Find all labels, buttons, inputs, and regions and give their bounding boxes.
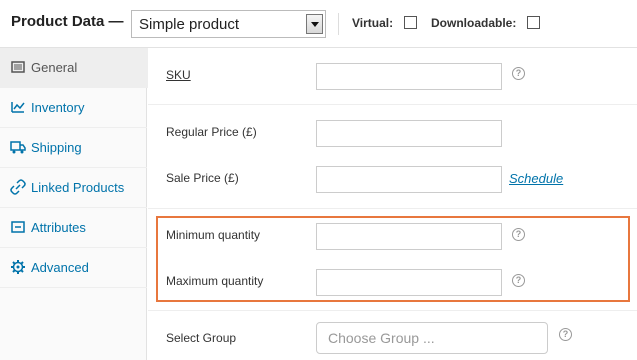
product-data-header: Product Data — Simple product Virtual: D… [0, 0, 637, 48]
help-icon[interactable]: ? [512, 274, 525, 287]
select-group-placeholder: Choose Group ... [328, 330, 435, 346]
tab-shipping-label: Shipping [31, 140, 82, 155]
tab-shipping[interactable]: Shipping [0, 128, 147, 168]
select-group-label: Select Group [166, 331, 237, 345]
tab-attributes[interactable]: Attributes [0, 208, 147, 248]
row-divider [148, 104, 637, 105]
link-icon [10, 179, 26, 195]
virtual-checkbox[interactable] [404, 16, 417, 29]
regular-price-label: Regular Price (£) [166, 125, 257, 139]
row-divider [148, 310, 637, 311]
gear-icon [11, 260, 25, 274]
min-quantity-input[interactable] [316, 223, 502, 250]
tab-advanced[interactable]: Advanced [0, 248, 147, 288]
tab-general[interactable]: General [0, 48, 148, 88]
tab-advanced-label: Advanced [31, 260, 89, 275]
sku-input[interactable] [316, 63, 502, 90]
truck-icon [10, 141, 26, 154]
max-quantity-label: Maximum quantity [166, 274, 264, 288]
panel-title: Product Data — [11, 13, 124, 30]
downloadable-checkbox[interactable] [527, 16, 540, 29]
product-data-tabs: General Inventory Shipping Linked Produc… [0, 48, 148, 360]
regular-price-input[interactable] [316, 120, 502, 147]
select-group-dropdown[interactable]: Choose Group ... [316, 322, 548, 354]
row-divider [148, 208, 637, 209]
tab-linked-products-label: Linked Products [31, 180, 125, 195]
inventory-icon [11, 102, 25, 113]
tab-inventory-label: Inventory [31, 100, 85, 115]
sale-price-label: Sale Price (£) [166, 171, 239, 185]
sale-price-input[interactable] [316, 166, 502, 193]
product-type-value: Simple product [139, 16, 240, 33]
header-divider [338, 13, 339, 35]
schedule-link[interactable]: Schedule [509, 171, 563, 186]
max-quantity-input[interactable] [316, 269, 502, 296]
virtual-label: Virtual: [352, 16, 394, 30]
sku-label: SKU [166, 68, 191, 82]
tab-linked-products[interactable]: Linked Products [0, 168, 147, 208]
downloadable-label: Downloadable: [431, 16, 517, 30]
min-quantity-label: Minimum quantity [166, 228, 261, 242]
tab-inventory[interactable]: Inventory [0, 88, 147, 128]
chevron-down-icon[interactable] [306, 14, 323, 34]
general-icon [11, 61, 25, 73]
help-icon[interactable]: ? [512, 228, 525, 241]
help-icon[interactable]: ? [559, 328, 572, 341]
product-type-select[interactable]: Simple product [131, 10, 326, 38]
tab-attributes-label: Attributes [31, 220, 86, 235]
help-icon[interactable]: ? [512, 67, 525, 80]
tab-general-label: General [31, 60, 78, 75]
list-icon [11, 221, 25, 233]
